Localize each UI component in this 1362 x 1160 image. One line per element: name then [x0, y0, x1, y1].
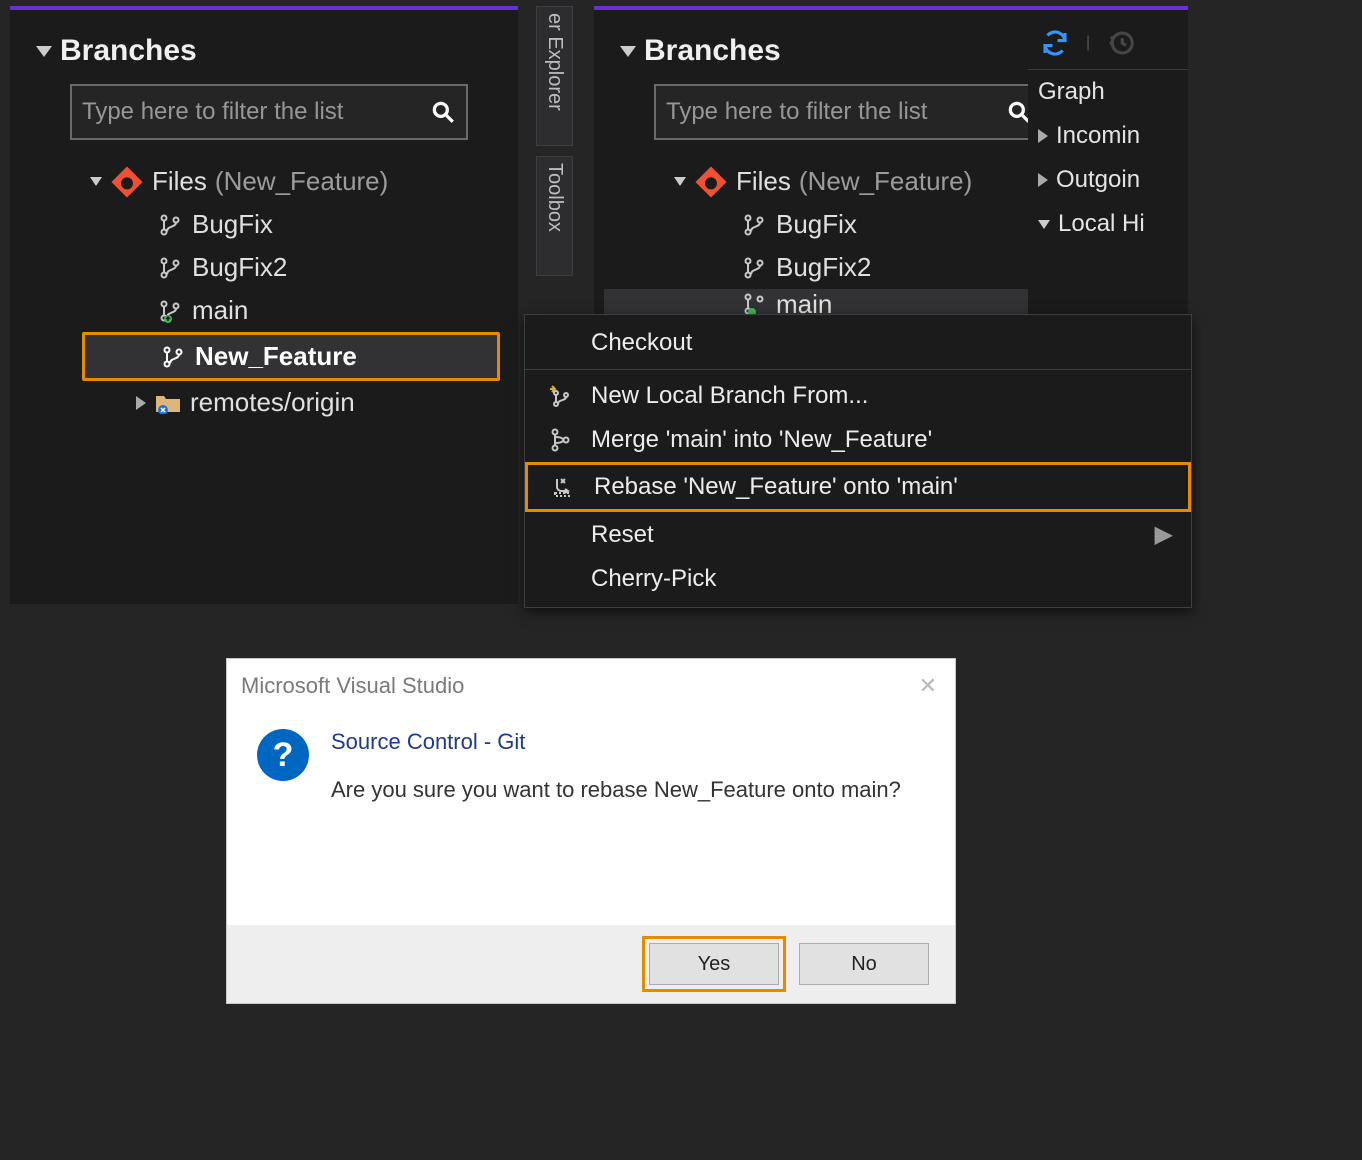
close-icon[interactable]: ✕ [919, 673, 937, 699]
branch-label: BugFix2 [192, 252, 287, 283]
merge-icon [543, 428, 577, 452]
expand-icon [136, 396, 146, 410]
remotes-label: remotes/origin [190, 387, 355, 418]
dialog-heading: Source Control - Git [331, 729, 901, 755]
branch-item-new-feature[interactable]: New_Feature [85, 335, 497, 378]
menu-reset[interactable]: Reset ▶ [525, 512, 1191, 557]
branch-icon [156, 211, 184, 239]
branch-icon [156, 297, 184, 325]
expand-icon [1038, 129, 1048, 143]
no-button[interactable]: No [799, 943, 929, 985]
dialog-body: ? Source Control - Git Are you sure you … [227, 707, 955, 803]
menu-cherry-pick[interactable]: Cherry-Pick [525, 557, 1191, 601]
collapse-icon [36, 46, 52, 57]
side-tab-explorer[interactable]: er Explorer [536, 6, 573, 146]
branches-header[interactable]: Branches [10, 10, 518, 78]
branch-label: main [192, 295, 248, 326]
panel-title: Branches [60, 34, 197, 68]
branch-item-bugfix[interactable]: BugFix [20, 203, 518, 246]
branch-icon [156, 254, 184, 282]
panel-title: Branches [644, 34, 781, 68]
filter-input[interactable] [666, 98, 1006, 126]
branch-tree: Files (New_Feature) BugFix BugFix2 main [10, 150, 518, 424]
filter-input[interactable] [82, 98, 430, 126]
graph-row-outgoing[interactable]: Outgoin [1028, 158, 1188, 202]
branch-icon [159, 343, 187, 371]
graph-list: Graph Incomin Outgoin Local Hi [1028, 70, 1188, 246]
dialog-title-text: Microsoft Visual Studio [241, 673, 464, 699]
new-branch-icon [543, 384, 577, 408]
repo-node[interactable]: Files (New_Feature) [20, 160, 518, 203]
branch-context-menu: Checkout New Local Branch From... Merge … [524, 314, 1192, 608]
dialog-titlebar: Microsoft Visual Studio ✕ [227, 659, 955, 707]
collapse-icon [1038, 220, 1050, 229]
branch-icon [740, 254, 768, 282]
branch-label: BugFix [192, 209, 273, 240]
branch-label: New_Feature [195, 341, 357, 372]
git-icon [695, 166, 726, 197]
repo-current-branch: (New_Feature) [799, 166, 972, 197]
collapse-icon [620, 46, 636, 57]
refresh-icon[interactable] [1040, 28, 1070, 58]
rebase-icon [546, 475, 580, 499]
remotes-node[interactable]: remotes/origin [20, 381, 518, 424]
expand-icon [1038, 173, 1048, 187]
branches-panel-left: Branches Files (New_Feature) BugFix BugF… [10, 6, 518, 604]
side-tab-toolbox[interactable]: Toolbox [536, 156, 573, 276]
menu-new-branch[interactable]: New Local Branch From... [525, 374, 1191, 418]
graph-row-incoming[interactable]: Incomin [1028, 114, 1188, 158]
graph-row-local-history[interactable]: Local Hi [1028, 202, 1188, 246]
folder-icon [154, 389, 182, 417]
repo-current-branch: (New_Feature) [215, 166, 388, 197]
branch-label: BugFix [776, 209, 857, 240]
menu-separator [525, 369, 1191, 370]
confirm-dialog: Microsoft Visual Studio ✕ ? Source Contr… [226, 658, 956, 1004]
filter-input-row[interactable] [654, 84, 1044, 140]
git-icon [111, 166, 142, 197]
search-icon[interactable] [430, 99, 456, 125]
yes-button[interactable]: Yes [649, 943, 779, 985]
branch-icon [740, 211, 768, 239]
branch-item-main[interactable]: main [20, 289, 518, 332]
menu-merge[interactable]: Merge 'main' into 'New_Feature' [525, 418, 1191, 462]
submenu-arrow-icon: ▶ [1155, 520, 1173, 549]
expand-icon [90, 177, 102, 186]
expand-icon [674, 177, 686, 186]
graph-header[interactable]: Graph [1028, 70, 1188, 114]
branch-item-bugfix2[interactable]: BugFix2 [20, 246, 518, 289]
repo-label: Files [736, 166, 791, 197]
menu-rebase[interactable]: Rebase 'New_Feature' onto 'main' [525, 462, 1191, 512]
branch-label: BugFix2 [776, 252, 871, 283]
highlighted-branch: New_Feature [82, 332, 500, 381]
history-icon[interactable] [1106, 28, 1136, 58]
menu-checkout[interactable]: Checkout [525, 321, 1191, 365]
filter-input-row[interactable] [70, 84, 468, 140]
graph-toolbar: | [1028, 16, 1188, 70]
dialog-message: Are you sure you want to rebase New_Feat… [331, 777, 901, 803]
repo-label: Files [152, 166, 207, 197]
dialog-footer: Yes No [227, 925, 955, 1003]
question-icon: ? [257, 729, 309, 781]
